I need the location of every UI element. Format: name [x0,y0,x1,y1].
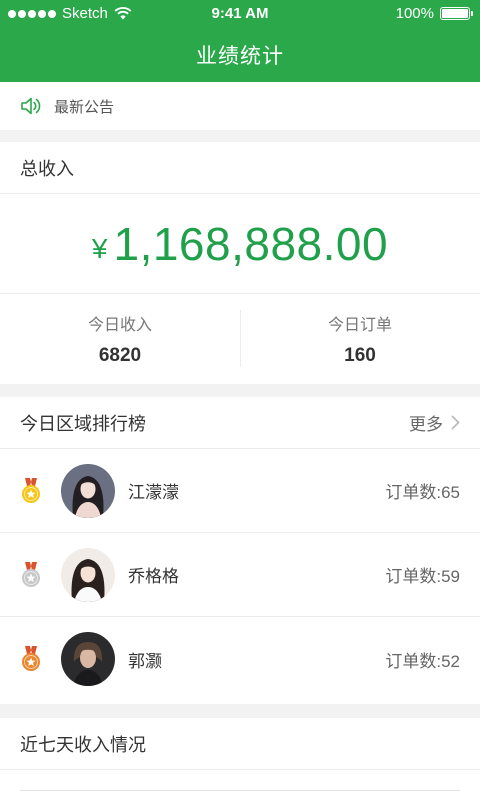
weekly-title: 近七天收入情况 [20,734,146,755]
battery-percent: 100% [395,5,434,22]
avatar [61,463,115,518]
today-orders-value: 160 [344,344,376,366]
ranking-row-3[interactable]: 郭灏 订单数:52 [0,617,480,701]
currency-symbol: ¥ [91,232,108,264]
speaker-icon [21,97,41,115]
ranking-row-2[interactable]: 乔格格 订单数:59 [0,533,480,617]
income-header: 总收入 [0,142,480,194]
ranking-name: 郭灏 [128,651,162,671]
page-title: 业绩统计 [196,45,284,68]
chevron-right-icon [451,415,460,430]
avatar [61,632,115,686]
ranking-orders: 订单数:59 [385,567,460,586]
more-label: 更多 [409,415,443,434]
bronze-medal-icon [22,646,40,671]
income-title: 总收入 [20,158,74,179]
today-income-label: 今日收入 [87,316,152,334]
announcement-label: 最新公告 [54,98,115,116]
today-income-value: 6820 [98,344,142,366]
chart-baseline [20,790,460,791]
ranking-name: 乔格格 [128,567,179,586]
today-stats: 今日收入 6820 今日订单 160 [0,294,480,383]
weekly-header: 近七天收入情况 [0,718,480,770]
weekly-income-card: 近七天收入情况 [0,718,480,800]
ranking-name: 江濛濛 [128,483,179,502]
total-income-value: 1,168,888.00 [113,217,389,270]
today-orders: 今日订单 160 [240,294,480,383]
income-card: 总收入 ¥ 1,168,888.00 今日收入 6820 今日订单 160 [0,142,480,384]
announcement-bar[interactable]: 最新公告 [0,82,480,130]
gold-medal-icon [22,477,40,503]
battery-icon [440,7,473,20]
total-income: ¥ 1,168,888.00 [0,194,480,294]
ranking-row-1[interactable]: 江濛濛 订单数:65 [0,449,480,533]
today-orders-label: 今日订单 [327,316,392,334]
ranking-orders: 订单数:52 [385,651,460,671]
ranking-card: 今日区域排行榜 更多 江濛濛 订单数:65 乔格格 订单数:59 郭灏 订单数:… [0,397,480,704]
silver-medal-icon [22,561,40,587]
ranking-header: 今日区域排行榜 更多 [0,397,480,449]
ranking-orders: 订单数:65 [385,483,460,502]
status-bar: Sketch 9:41 AM 100% [0,0,480,28]
today-income: 今日收入 6820 [0,294,240,383]
battery-group: 100% [395,5,473,22]
more-button[interactable]: 更多 [409,410,460,435]
app-header: Sketch 9:41 AM 100% 业绩统计 [0,0,480,82]
ranking-title: 今日区域排行榜 [20,413,146,434]
avatar [61,547,115,602]
